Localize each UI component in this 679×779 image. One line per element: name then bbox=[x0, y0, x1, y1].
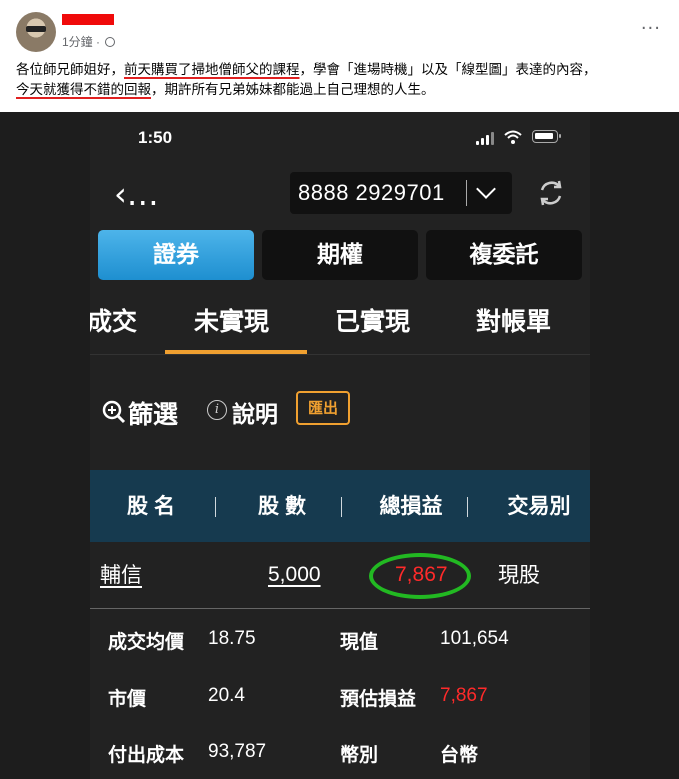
column-header-total-pnl[interactable]: 總損益 bbox=[360, 470, 462, 542]
author-name-redacted[interactable] bbox=[62, 14, 114, 25]
battery-icon bbox=[532, 130, 561, 143]
post-text-part: ，學會「進場時機」以及「線型圖」表達的內容， bbox=[299, 62, 597, 77]
info-icon[interactable]: i bbox=[207, 400, 227, 420]
back-button[interactable]: ‹… bbox=[114, 174, 159, 214]
post-text: 各位師兄師姐好，前天購買了掃地僧師父的課程，學會「進場時機」以及「線型圖」表達的… bbox=[16, 60, 671, 100]
present-value-value: 101,654 bbox=[440, 628, 509, 649]
help-button[interactable]: 說明 bbox=[232, 395, 278, 429]
tab-bar: 成交 未實現 已實現 對帳單 bbox=[90, 290, 590, 355]
post-time-text: 1分鐘 bbox=[62, 35, 93, 49]
divider bbox=[467, 497, 468, 517]
signal-icon bbox=[476, 132, 498, 145]
post-text-part: ，期許所有兄弟姊妹都能過上自己理想的人生。 bbox=[151, 82, 435, 97]
post-text-underlined: 今天就獲得不錯的回報 bbox=[16, 82, 151, 97]
stock-shares[interactable]: 5,000 bbox=[268, 542, 321, 608]
present-value-label: 現值 bbox=[340, 631, 379, 653]
export-button[interactable]: 匯出 bbox=[296, 391, 350, 425]
post-header: 1分鐘 · ··· 各位師兄師姐好，前天購買了掃地僧師父的課程，學會「進場時機」… bbox=[0, 0, 679, 112]
tab-unrealized[interactable]: 未實現 bbox=[194, 302, 269, 342]
avg-price-value: 18.75 bbox=[208, 628, 256, 649]
zoom-in-icon[interactable] bbox=[102, 400, 126, 424]
stock-trade-type: 現股 bbox=[498, 563, 540, 587]
post-photo[interactable]: 1:50 ‹… 8888 2929701 證券 期權 複委託 成交 未實現 已實… bbox=[0, 112, 679, 779]
globe-icon bbox=[105, 37, 116, 47]
cost-value: 93,787 bbox=[208, 741, 267, 762]
avatar[interactable] bbox=[16, 12, 56, 52]
estimated-pnl-label: 預估損益 bbox=[340, 688, 417, 710]
phone-screenshot: 1:50 ‹… 8888 2929701 證券 期權 複委託 成交 未實現 已實… bbox=[90, 112, 590, 779]
column-header-shares[interactable]: 股數 bbox=[235, 470, 335, 542]
stock-name[interactable]: 輔信 bbox=[100, 542, 142, 608]
status-time: 1:50 bbox=[138, 128, 173, 147]
chevron-down-icon[interactable] bbox=[476, 179, 496, 199]
currency-value: 台幣 bbox=[440, 744, 479, 766]
post-time[interactable]: 1分鐘 · bbox=[62, 33, 116, 50]
refresh-icon[interactable] bbox=[536, 178, 566, 208]
segment-subbrokerage[interactable]: 複委託 bbox=[426, 230, 582, 280]
divider bbox=[466, 180, 467, 206]
tab-filled[interactable]: 成交 bbox=[90, 302, 137, 342]
estimated-pnl-value: 7,867 bbox=[440, 685, 488, 706]
account-selector[interactable]: 8888 2929701 bbox=[290, 172, 512, 214]
post-text-part: 各位師兄師姐好， bbox=[16, 62, 124, 77]
cost-label: 付出成本 bbox=[108, 744, 185, 766]
more-horizontal-icon[interactable]: ··· bbox=[641, 18, 661, 39]
tab-statement[interactable]: 對帳單 bbox=[476, 302, 551, 342]
tab-realized[interactable]: 已實現 bbox=[335, 302, 410, 342]
column-header-trade-type[interactable]: 交易別 bbox=[484, 470, 590, 542]
divider bbox=[215, 497, 216, 517]
account-number: 8888 2929701 bbox=[298, 180, 445, 205]
divider bbox=[90, 608, 590, 609]
filter-row: 篩選 i 說明 匯出 bbox=[90, 355, 590, 470]
divider bbox=[341, 497, 342, 517]
segment-securities[interactable]: 證券 bbox=[98, 230, 254, 280]
highlight-circle bbox=[369, 553, 471, 599]
currency-label: 幣別 bbox=[340, 744, 379, 766]
table-header: 股名 股數 總損益 交易別 bbox=[90, 470, 590, 542]
post-text-underlined: 前天購買了掃地僧師父的課程 bbox=[124, 62, 300, 77]
filter-button[interactable]: 篩選 bbox=[128, 395, 178, 431]
segment-options[interactable]: 期權 bbox=[262, 230, 418, 280]
table-row[interactable]: 輔信 5,000 7,867 現股 bbox=[90, 542, 590, 608]
market-price-value: 20.4 bbox=[208, 685, 245, 706]
column-header-name[interactable]: 股名 bbox=[110, 470, 198, 542]
avg-price-label: 成交均價 bbox=[108, 631, 185, 653]
market-price-label: 市價 bbox=[108, 688, 147, 710]
wifi-icon bbox=[504, 130, 522, 144]
